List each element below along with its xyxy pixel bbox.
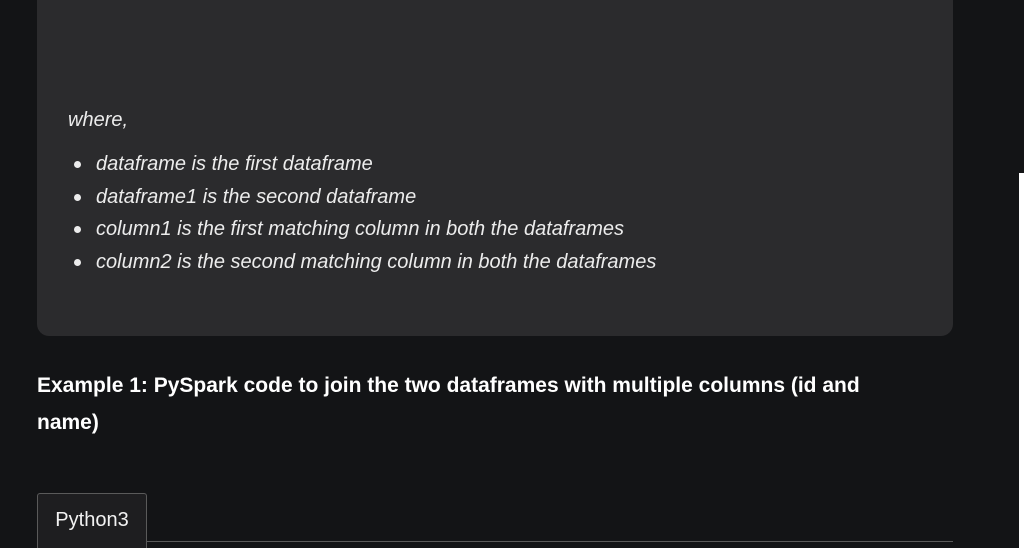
list-item: column2 is the second matching column in… — [66, 249, 656, 282]
note-intro: where, — [68, 109, 129, 131]
syntax-note-card: where, dataframe is the first dataframe … — [37, 0, 953, 336]
code-tab-divider — [37, 541, 953, 542]
list-item: dataframe1 is the second dataframe — [66, 184, 656, 217]
side-panel-edge — [1019, 173, 1024, 548]
tab-python3[interactable]: Python3 — [37, 493, 147, 548]
article-page: where, dataframe is the first dataframe … — [0, 0, 1024, 548]
list-item: column1 is the first matching column in … — [66, 216, 656, 249]
list-item: dataframe is the first dataframe — [66, 151, 656, 184]
example-heading: Example 1: PySpark code to join the two … — [37, 374, 860, 434]
parameter-list: dataframe is the first dataframe datafra… — [66, 151, 656, 281]
